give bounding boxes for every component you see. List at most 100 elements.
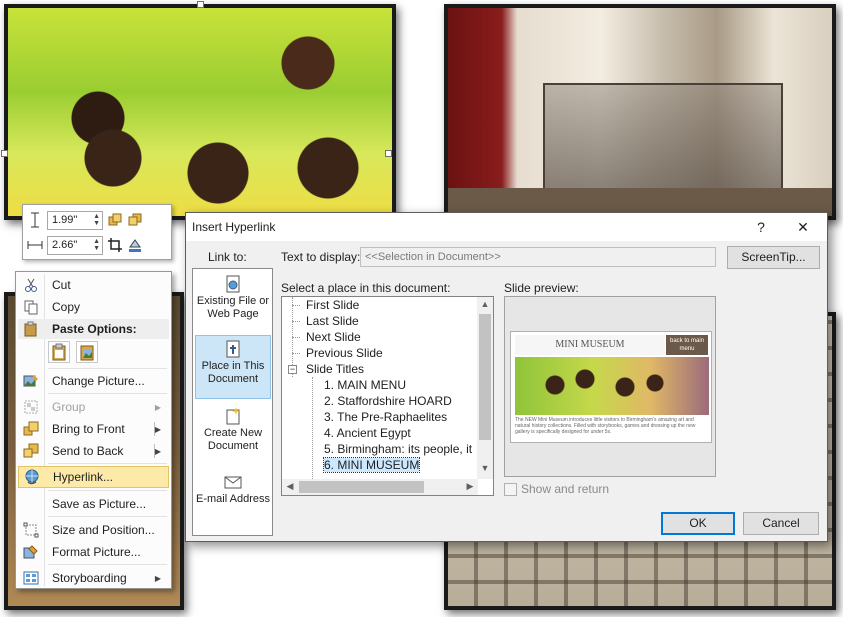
- send-to-back-icon: [23, 443, 39, 458]
- tree-guide: [292, 321, 300, 322]
- tree-item-slide-1[interactable]: 1. MAIN MENU: [324, 377, 406, 393]
- display-case: [543, 83, 783, 198]
- paste-icon: [24, 321, 37, 337]
- scroll-down-icon[interactable]: ▼: [477, 463, 493, 473]
- tree-item-slide-6[interactable]: 6. MINI MUSEUM: [322, 457, 421, 473]
- tree-guide: [292, 337, 300, 338]
- menu-separator: [48, 516, 167, 517]
- menu-separator: [48, 490, 167, 491]
- web-page-icon: [226, 275, 240, 293]
- menu-label: Change Picture...: [52, 374, 145, 388]
- menu-item-format-picture[interactable]: Format Picture...: [18, 541, 169, 563]
- show-and-return-checkbox[interactable]: [504, 482, 517, 496]
- menu-label: Size and Position...: [52, 523, 155, 537]
- width-field[interactable]: 2.66" ▲ ▼: [47, 235, 103, 255]
- menu-item-cut[interactable]: Cut: [18, 274, 169, 296]
- menu-item-hyperlink[interactable]: Hyperlink...: [18, 466, 169, 488]
- shape-height-icon: [31, 212, 39, 228]
- dialog-title: Insert Hyperlink: [192, 220, 276, 234]
- picture-mini-toolbar: 1.99" ▲ ▼ 2.66" ▲ ▼: [22, 204, 172, 260]
- menu-label: Bring to Front: [52, 422, 125, 436]
- slide-back-button: back to main menu: [666, 335, 708, 355]
- shape-width-icon: [27, 241, 43, 249]
- menu-label: Copy: [52, 300, 81, 314]
- tree-item-next-slide[interactable]: Next Slide: [306, 329, 361, 345]
- dialog-titlebar: Insert Hyperlink ? ✕: [186, 213, 827, 241]
- menu-item-storyboarding[interactable]: Storyboarding ▶: [18, 567, 169, 589]
- email-icon: [224, 476, 242, 489]
- menu-item-group[interactable]: Group ▶: [18, 396, 169, 418]
- storyboarding-icon: [23, 571, 39, 585]
- tree-item-slide-4[interactable]: 4. Ancient Egypt: [324, 425, 411, 441]
- paste-picture-icon: [80, 345, 94, 361]
- menu-label: Send to Back: [52, 444, 124, 458]
- tree-item-first-slide[interactable]: First Slide: [306, 297, 359, 313]
- show-and-return-label: Show and return: [521, 482, 610, 496]
- cancel-button[interactable]: Cancel: [743, 512, 819, 535]
- ok-button[interactable]: OK: [661, 512, 735, 535]
- scroll-up-icon[interactable]: ▲: [477, 299, 493, 309]
- menu-label: Group: [52, 400, 86, 414]
- slide-thumbnail: MINI MUSEUM back to main menu The NEW Mi…: [510, 331, 712, 443]
- link-to-new-document[interactable]: Create New Document: [195, 403, 271, 467]
- menu-item-send-to-back[interactable]: Send to Back ▶: [18, 440, 169, 462]
- tree-item-slide-5[interactable]: 5. Birmingham: its people, it: [324, 441, 472, 457]
- tree-item-slide-2[interactable]: 2. Staffordshire HOARD: [324, 393, 452, 409]
- menu-separator: [48, 393, 167, 394]
- insert-hyperlink-dialog: Insert Hyperlink ? ✕ Link to: Text to di…: [185, 212, 828, 542]
- tree-horizontal-scrollbar[interactable]: ◀ ▶: [282, 479, 478, 495]
- bring-forward-icon[interactable]: [107, 212, 123, 228]
- slide-preview-label: Slide preview:: [504, 281, 579, 295]
- document-places-tree[interactable]: First Slide Last Slide Next Slide Previo…: [281, 296, 494, 496]
- resize-handle[interactable]: [385, 150, 392, 157]
- link-to-email-address[interactable]: E-mail Address: [195, 469, 271, 533]
- resize-handle[interactable]: [1, 150, 8, 157]
- height-spinner[interactable]: ▲ ▼: [93, 213, 100, 227]
- menu-item-size-and-position[interactable]: Size and Position...: [18, 519, 169, 541]
- menu-label: Cut: [52, 278, 71, 292]
- menu-item-save-as-picture[interactable]: Save as Picture...: [18, 493, 169, 515]
- tree-item-previous-slide[interactable]: Previous Slide: [306, 345, 383, 361]
- link-to-existing-file[interactable]: Existing File or Web Page: [195, 271, 271, 335]
- close-button[interactable]: ✕: [793, 217, 813, 237]
- scroll-thumb[interactable]: [299, 481, 424, 493]
- height-field[interactable]: 1.99" ▲ ▼: [47, 210, 103, 230]
- width-spinner[interactable]: ▲ ▼: [93, 238, 100, 252]
- crop-icon[interactable]: [107, 237, 123, 253]
- scroll-thumb[interactable]: [479, 314, 491, 440]
- select-place-label: Select a place in this document:: [281, 281, 451, 295]
- help-button[interactable]: ?: [751, 217, 771, 237]
- tree-collapse-toggle[interactable]: −: [288, 365, 297, 374]
- link-to-panel: Existing File or Web Page Place in This …: [192, 268, 273, 536]
- size-position-icon: [23, 522, 39, 538]
- menu-item-change-picture[interactable]: Change Picture...: [18, 370, 169, 392]
- paste-options-header: Paste Options:: [18, 319, 169, 339]
- tree-item-slide-titles[interactable]: Slide Titles: [306, 361, 364, 377]
- copy-icon: [24, 300, 38, 315]
- link-to-place-in-document[interactable]: Place in This Document: [195, 335, 271, 399]
- children-photo[interactable]: [4, 4, 396, 220]
- tree-item-slide-3[interactable]: 3. The Pre-Raphaelites: [324, 409, 447, 425]
- resize-handle[interactable]: [197, 1, 204, 8]
- scroll-left-icon[interactable]: ◀: [282, 481, 298, 492]
- menu-item-copy[interactable]: Copy: [18, 296, 169, 318]
- link-to-label: Link to:: [208, 250, 247, 264]
- scroll-right-icon[interactable]: ▶: [462, 481, 478, 492]
- shape-fill-icon[interactable]: [127, 237, 143, 253]
- send-backward-icon[interactable]: [127, 212, 143, 228]
- submenu-arrow-icon[interactable]: ▶: [155, 447, 161, 456]
- screentip-button[interactable]: ScreenTip...: [727, 246, 820, 269]
- scissors-icon: [25, 278, 37, 292]
- text-to-display-field[interactable]: <<Selection in Document>>: [360, 247, 716, 267]
- new-document-icon: [226, 407, 240, 425]
- submenu-arrow-icon[interactable]: ▶: [155, 425, 161, 434]
- link-to-label-text: Create New Document: [203, 427, 263, 452]
- menu-item-bring-to-front[interactable]: Bring to Front ▶: [18, 418, 169, 440]
- tree-vertical-scrollbar[interactable]: ▲ ▼: [477, 297, 493, 479]
- paste-keep-formatting-button[interactable]: [48, 341, 70, 363]
- link-to-label-text: Existing File or Web Page: [196, 295, 270, 320]
- link-to-label-text: E-mail Address: [196, 493, 270, 505]
- paste-as-picture-button[interactable]: [76, 341, 98, 363]
- tree-item-last-slide[interactable]: Last Slide: [306, 313, 359, 329]
- paste-clipboard-icon: [52, 343, 66, 361]
